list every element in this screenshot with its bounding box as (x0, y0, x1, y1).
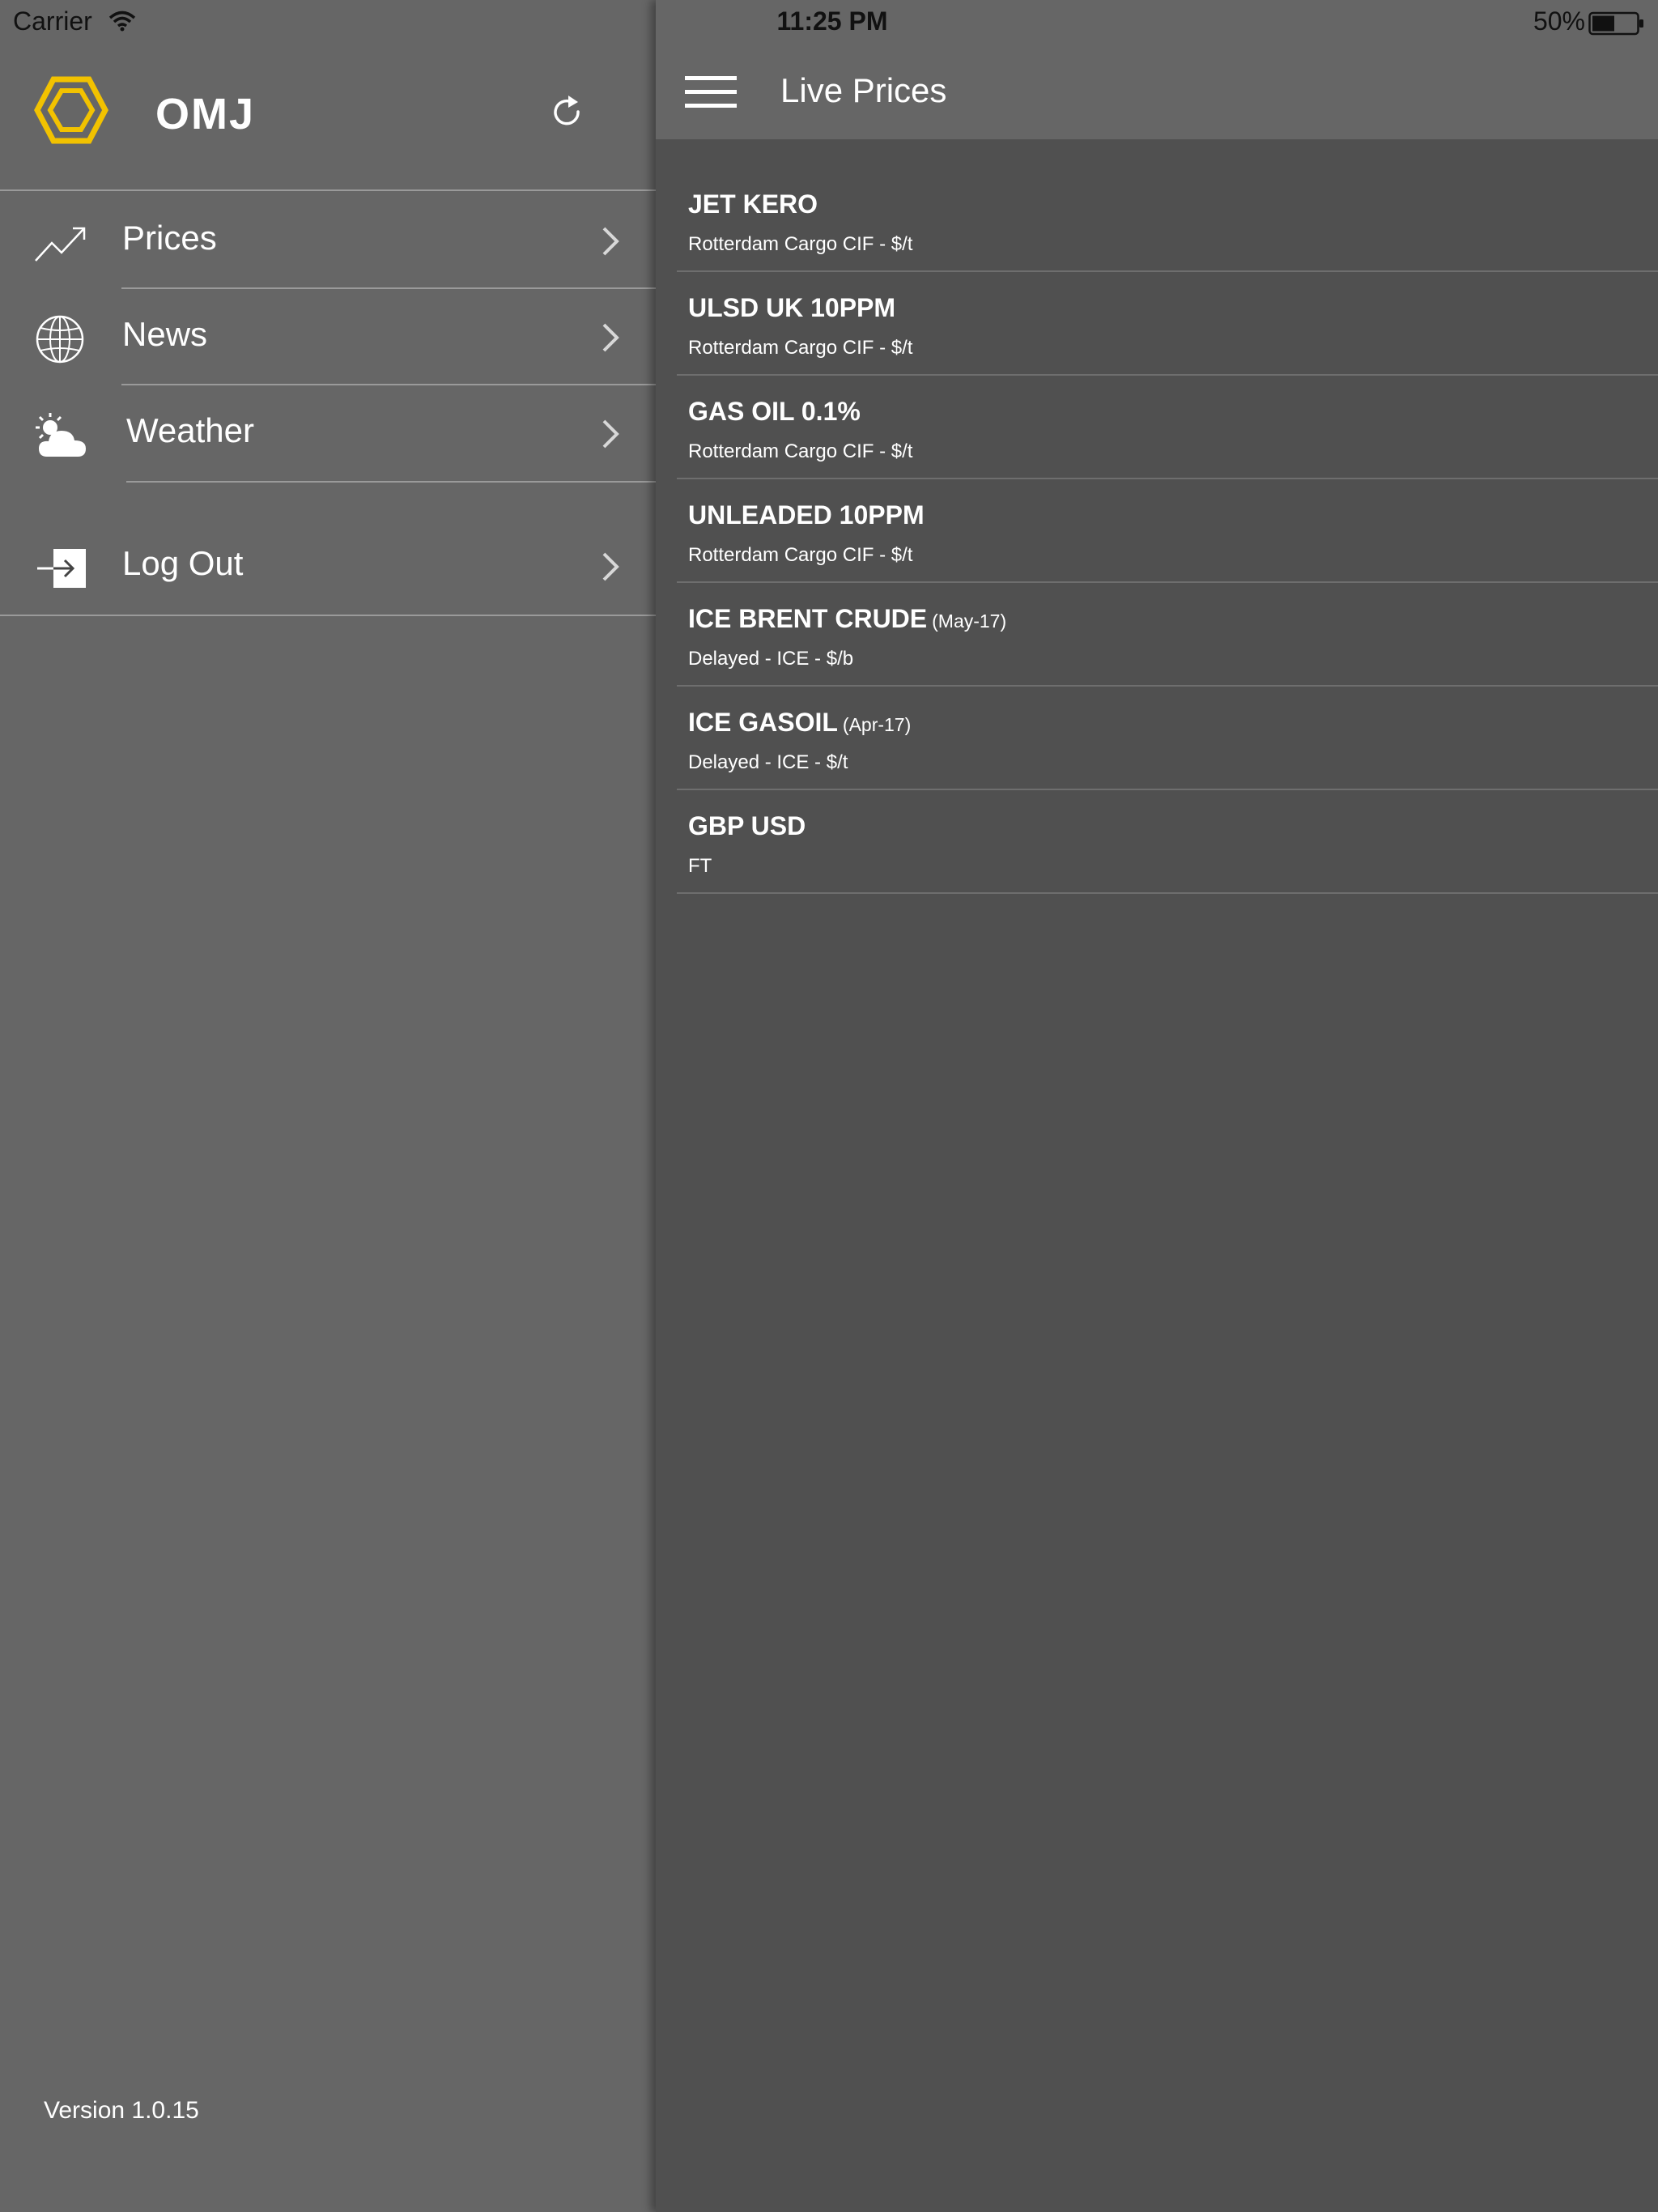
price-row[interactable]: GAS OIL 0.1% Rotterdam Cargo CIF - $/t (677, 376, 1658, 479)
sidebar-item-log-out[interactable]: Log Out (0, 518, 656, 615)
price-source: Rotterdam Cargo CIF - $/t (688, 337, 913, 359)
price-name: UNLEADED 10PPM (688, 500, 925, 530)
status-time: 11:25 PM (776, 6, 888, 36)
hamburger-icon[interactable] (685, 74, 737, 110)
price-name: ICE BRENT CRUDE (688, 604, 928, 633)
status-bar: Carrier 11:25 PM 50% (0, 0, 1658, 45)
price-name: JET KERO (688, 189, 818, 219)
price-title: ULSD UK 10PPM (688, 293, 900, 323)
divider (0, 189, 656, 191)
price-date: (Apr-17) (842, 714, 912, 735)
divider (126, 481, 656, 483)
partly-cloudy-icon (36, 413, 86, 457)
globe-icon (36, 315, 84, 364)
price-title: UNLEADED 10PPM (688, 500, 929, 530)
price-list: JET KERO Rotterdam Cargo CIF - $/t ULSD … (677, 168, 1658, 894)
price-row[interactable]: GBP USD FT (677, 790, 1658, 894)
divider (0, 615, 656, 616)
sidebar-item-label: Log Out (122, 544, 244, 582)
logo-icon (34, 76, 108, 144)
price-name: GAS OIL 0.1% (688, 397, 861, 426)
version-label: Version 1.0.15 (44, 2097, 199, 2124)
sidebar-item-label: Prices (122, 219, 217, 257)
app-screen: OMJ Prices News Weather Log Out Version … (0, 0, 1658, 2212)
battery-icon (1588, 11, 1643, 36)
brand-name: OMJ (155, 90, 256, 138)
price-source: Delayed - ICE - $/b (688, 648, 854, 670)
price-title: ICE GASOIL (Apr-17) (688, 708, 911, 738)
refresh-icon[interactable] (549, 94, 586, 131)
price-date: (May-17) (932, 610, 1007, 632)
logout-icon (37, 549, 86, 588)
chevron-right-icon (602, 419, 619, 449)
main-panel: Live Prices JET KERO Rotterdam Cargo CIF… (656, 0, 1658, 2212)
price-source: FT (688, 855, 712, 877)
price-source: Rotterdam Cargo CIF - $/t (688, 544, 913, 566)
battery-percent: 50% (1533, 6, 1585, 36)
price-name: GBP USD (688, 811, 806, 840)
sidebar-item-weather[interactable]: Weather (0, 385, 656, 483)
sidebar: OMJ Prices News Weather Log Out Version … (0, 0, 656, 2212)
price-source: Rotterdam Cargo CIF - $/t (688, 440, 913, 462)
price-name: ULSD UK 10PPM (688, 293, 896, 322)
sidebar-item-label: Weather (126, 411, 254, 449)
price-row[interactable]: ULSD UK 10PPM Rotterdam Cargo CIF - $/t (677, 272, 1658, 376)
price-title: GAS OIL 0.1% (688, 397, 865, 427)
price-row[interactable]: ICE GASOIL (Apr-17) Delayed - ICE - $/t (677, 687, 1658, 790)
price-source: Delayed - ICE - $/t (688, 751, 848, 773)
sidebar-item-prices[interactable]: Prices (0, 193, 656, 290)
price-row[interactable]: JET KERO Rotterdam Cargo CIF - $/t (677, 168, 1658, 272)
price-row[interactable]: UNLEADED 10PPM Rotterdam Cargo CIF - $/t (677, 479, 1658, 583)
price-title: ICE BRENT CRUDE (May-17) (688, 604, 1006, 634)
chevron-right-icon (602, 552, 619, 581)
chevron-right-icon (602, 227, 619, 256)
sidebar-item-label: News (122, 315, 208, 353)
price-name: ICE GASOIL (688, 708, 838, 737)
price-source: Rotterdam Cargo CIF - $/t (688, 233, 913, 255)
page-title: Live Prices (780, 71, 947, 109)
price-row[interactable]: ICE BRENT CRUDE (May-17) Delayed - ICE - … (677, 583, 1658, 687)
price-title: JET KERO (688, 189, 823, 219)
chevron-right-icon (602, 323, 619, 352)
price-title: GBP USD (688, 811, 810, 841)
trend-up-icon (35, 227, 86, 262)
sidebar-item-news[interactable]: News (0, 289, 656, 386)
